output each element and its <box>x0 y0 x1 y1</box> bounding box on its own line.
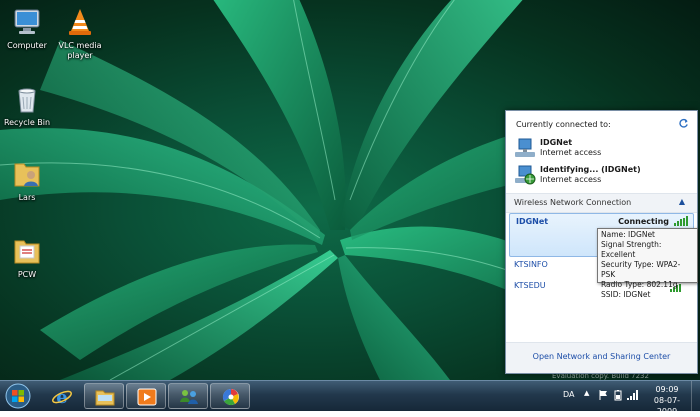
recycle-bin-icon <box>11 83 43 115</box>
taskbar-internet-explorer[interactable]: e <box>42 383 82 409</box>
refresh-icon[interactable] <box>678 118 689 129</box>
show-desktop-button[interactable] <box>691 381 700 411</box>
connection-name: Identifying... (IDGNet) <box>540 165 641 174</box>
language-indicator[interactable]: DA <box>563 390 575 399</box>
network-users-icon <box>180 390 198 404</box>
flyout-footer: Open Network and Sharing Center <box>506 342 697 373</box>
desktop-icon-label: VLC media player <box>58 41 102 60</box>
taskbar-windows-explorer[interactable] <box>84 383 124 409</box>
wireless-section-header[interactable]: Wireless Network Connection ▲ <box>506 193 697 213</box>
connection-status: Internet access <box>540 175 602 184</box>
wireless-network-tray-icon[interactable] <box>626 389 638 401</box>
taskbar-picasa[interactable] <box>210 383 250 409</box>
network-connection-icon <box>515 138 535 157</box>
signal-strength-icon <box>674 216 688 226</box>
vlc-cone-icon <box>64 6 96 38</box>
network-status: Connecting <box>618 217 669 226</box>
desktop-icon-label: Lars <box>18 193 36 202</box>
desktop-icon-lars[interactable]: Lars <box>0 158 58 203</box>
connection-name: IDGNet <box>540 138 573 147</box>
desktop-icon-label: PCW <box>17 270 37 279</box>
user-folder-icon <box>11 158 43 190</box>
taskbar: e DA ▲ 09:09 08-07-2009 <box>0 380 700 416</box>
open-network-sharing-center-link[interactable]: Open Network and Sharing Center <box>506 352 697 361</box>
desktop-icon-vlc[interactable]: VLC media player <box>49 6 111 61</box>
taskbar-media-player[interactable] <box>126 383 166 409</box>
start-button[interactable] <box>3 383 33 409</box>
show-hidden-icons-chevron-icon[interactable]: ▲ <box>584 389 596 401</box>
wireless-section-title: Wireless Network Connection <box>514 198 632 207</box>
identifying-network-icon <box>515 165 536 185</box>
taskbar-network-users[interactable] <box>168 383 208 409</box>
chevron-up-icon[interactable]: ▲ <box>679 197 685 206</box>
clock-date: 08-07-2009 <box>653 396 681 416</box>
tooltip-signal: Signal Strength: Excellent <box>601 240 662 259</box>
desktop-icon-pcw[interactable]: PCW <box>0 235 58 280</box>
network-name: KTSINFO <box>514 260 548 269</box>
network-item-ktsinfo[interactable]: KTSINFO <box>514 260 548 269</box>
media-player-icon <box>137 388 157 406</box>
action-center-flag-icon[interactable] <box>597 389 609 401</box>
explorer-folder-icon <box>95 390 115 406</box>
desktop-icon-label: Recycle Bin <box>3 118 51 127</box>
battery-icon[interactable] <box>612 389 624 401</box>
desktop-icon-recycle-bin[interactable]: Recycle Bin <box>0 83 58 128</box>
network-name: IDGNet <box>516 217 549 226</box>
currently-connected-header: Currently connected to: <box>516 120 611 129</box>
picasa-icon <box>222 388 239 406</box>
tooltip-name: Name: IDGNet <box>601 230 656 239</box>
connection-status: Internet access <box>540 148 602 157</box>
network-name: KTSEDU <box>514 281 546 290</box>
network-item-ktsedu[interactable]: KTSEDU <box>514 281 546 290</box>
system-clock[interactable]: 09:09 08-07-2009 <box>645 384 689 417</box>
clock-time: 09:09 <box>655 385 679 394</box>
network-tooltip: Name: IDGNet Signal Strength: Excellent … <box>597 228 698 299</box>
folder-icon <box>11 235 43 267</box>
tooltip-ssid: SSID: IDGNet <box>601 290 651 299</box>
tooltip-radio: Radio Type: 802.11g <box>601 280 678 289</box>
computer-icon <box>11 6 43 38</box>
tooltip-security: Security Type: WPA2-PSK <box>601 260 681 279</box>
internet-explorer-icon: e <box>52 387 72 406</box>
